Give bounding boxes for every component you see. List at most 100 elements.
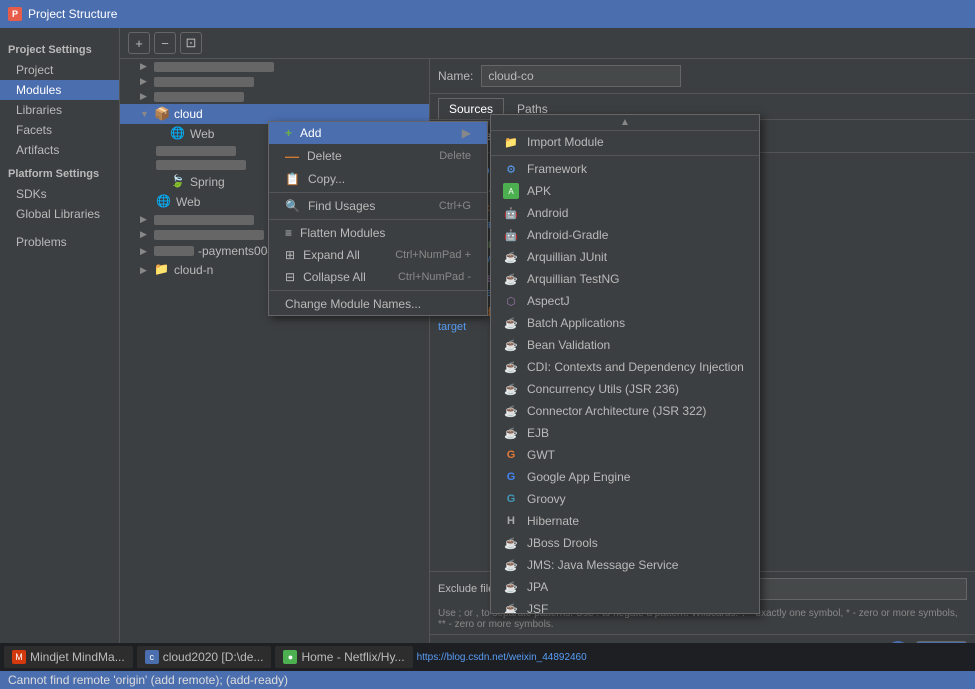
sidebar-item-facets[interactable]: Facets	[0, 120, 119, 140]
chrome-icon: ●	[283, 650, 297, 664]
submenu-item-ejb[interactable]: ☕ EJB	[491, 422, 759, 444]
menu-separator2	[269, 219, 487, 220]
title-bar-text: Project Structure	[28, 7, 117, 21]
submenu-item-cdi[interactable]: ☕ CDI: Contexts and Dependency Injection	[491, 356, 759, 378]
menu-item-flatten[interactable]: ≡ Flatten Modules	[269, 222, 487, 244]
menu-item-copy[interactable]: 📋 Copy...	[269, 168, 487, 190]
apk-label: APK	[527, 184, 551, 198]
sidebar-item-project[interactable]: Project	[0, 60, 119, 80]
mindjet-icon: M	[12, 650, 26, 664]
gae-icon: G	[503, 469, 519, 485]
blurred-module-name	[154, 230, 264, 240]
blurred-module-name	[154, 215, 254, 225]
submenu-item-hibernate[interactable]: H Hibernate	[491, 510, 759, 532]
context-menu: + Add ▶ — Delete Delete 📋 Copy...	[268, 121, 488, 316]
cdi-label: CDI: Contexts and Dependency Injection	[527, 360, 744, 374]
project-structure-dialog: Project Settings Project Modules Librari…	[0, 28, 975, 671]
submenu-item-jsf[interactable]: ☕ JSF	[491, 598, 759, 614]
framework-submenu: ▲ 📁 Import Module ⚙ Framework A APK	[490, 114, 760, 614]
taskbar-item-mindjet[interactable]: M Mindjet MindMa...	[4, 646, 133, 668]
menu-item-add[interactable]: + Add ▶	[269, 122, 487, 144]
submenu-separator	[491, 155, 759, 156]
menu-item-expand-all[interactable]: ⊞ Expand All Ctrl+NumPad +	[269, 244, 487, 266]
taskbar-item-cloud[interactable]: c cloud2020 [D:\de...	[137, 646, 272, 668]
taskbar-item-chrome[interactable]: ● Home - Netflix/Hy...	[275, 646, 412, 668]
flatten-icon: ≡	[285, 226, 292, 240]
name-input[interactable]	[481, 65, 681, 87]
connector-icon: ☕	[503, 403, 519, 419]
submenu-item-gwt[interactable]: G GWT	[491, 444, 759, 466]
jpa-icon: ☕	[503, 579, 519, 595]
apk-icon: A	[503, 183, 519, 199]
sidebar-item-global-libraries[interactable]: Global Libraries	[0, 204, 119, 224]
tree-item[interactable]: ▶	[120, 74, 429, 89]
mindjet-label: Mindjet MindMa...	[30, 650, 125, 664]
concurrency-icon: ☕	[503, 381, 519, 397]
submenu-item-concurrency[interactable]: ☕ Concurrency Utils (JSR 236)	[491, 378, 759, 400]
jsf-label: JSF	[527, 602, 548, 614]
gae-label: Google App Engine	[527, 470, 630, 484]
platform-settings-section: Platform Settings	[0, 164, 119, 184]
menu-change-label: Change Module Names...	[285, 297, 421, 311]
submenu-item-jms[interactable]: ☕ JMS: Java Message Service	[491, 554, 759, 576]
submenu-item-jboss-drools[interactable]: ☕ JBoss Drools	[491, 532, 759, 554]
copy-module-button[interactable]: ⊡	[180, 32, 202, 54]
submenu-item-android[interactable]: 🤖 Android	[491, 202, 759, 224]
collapse-icon: ⊟	[285, 270, 295, 284]
menu-item-change-names[interactable]: Change Module Names...	[269, 293, 487, 315]
submenu-item-groovy[interactable]: G Groovy	[491, 488, 759, 510]
menu-item-collapse-all[interactable]: ⊟ Collapse All Ctrl+NumPad -	[269, 266, 487, 288]
submenu-item-bean-validation[interactable]: ☕ Bean Validation	[491, 334, 759, 356]
folder-icon: 📁	[154, 262, 170, 278]
import-icon: 📁	[503, 134, 519, 150]
project-settings-section: Project Settings	[0, 40, 119, 60]
spring-icon: 🍃	[170, 174, 186, 190]
blurred-module-name	[154, 62, 274, 72]
submenu-item-arquillian-junit[interactable]: ☕ Arquillian JUnit	[491, 246, 759, 268]
arquillian-testng-icon: ☕	[503, 271, 519, 287]
menu-delete-label: Delete	[307, 149, 342, 163]
submenu-item-arquillian-testng[interactable]: ☕ Arquillian TestNG	[491, 268, 759, 290]
title-bar: P Project Structure	[0, 0, 975, 28]
remove-module-button[interactable]: −	[154, 32, 176, 54]
tree-arrow-icon: ▶	[140, 91, 154, 102]
menu-separator3	[269, 290, 487, 291]
concurrency-label: Concurrency Utils (JSR 236)	[527, 382, 679, 396]
framework-icon: ⚙	[503, 161, 519, 177]
tree-arrow-icon: ▶	[140, 246, 154, 257]
bean-validation-label: Bean Validation	[527, 338, 610, 352]
add-module-button[interactable]: +	[128, 32, 150, 54]
tree-item[interactable]: ▶	[120, 89, 429, 104]
submenu-item-apk[interactable]: A APK	[491, 180, 759, 202]
tree-item[interactable]: ▶	[120, 59, 429, 74]
aspectj-icon: ⬡	[503, 293, 519, 309]
submenu-item-aspectj[interactable]: ⬡ AspectJ	[491, 290, 759, 312]
sidebar-item-problems[interactable]: Problems	[0, 232, 119, 252]
framework-label: Framework	[527, 162, 587, 176]
android-gradle-label: Android-Gradle	[527, 228, 608, 242]
collapse-shortcut: Ctrl+NumPad -	[398, 271, 471, 283]
submenu-item-framework[interactable]: ⚙ Framework	[491, 158, 759, 180]
tree-arrow-icon: ▼	[140, 109, 154, 119]
menu-item-delete[interactable]: — Delete Delete	[269, 144, 487, 168]
submenu-item-android-gradle[interactable]: 🤖 Android-Gradle	[491, 224, 759, 246]
submenu-item-jpa[interactable]: ☕ JPA	[491, 576, 759, 598]
web-icon: 🌐	[170, 126, 186, 142]
sidebar-item-sdks[interactable]: SDKs	[0, 184, 119, 204]
delete-icon: —	[285, 148, 299, 164]
submenu-item-google-app-engine[interactable]: G Google App Engine	[491, 466, 759, 488]
menu-separator	[269, 192, 487, 193]
sidebar-item-artifacts[interactable]: Artifacts	[0, 140, 119, 160]
submenu-item-batch[interactable]: ☕ Batch Applications	[491, 312, 759, 334]
web-label2: Web	[176, 195, 200, 209]
app-icon: P	[8, 7, 22, 21]
blurred-module-name	[154, 77, 254, 87]
expand-shortcut: Ctrl+NumPad +	[395, 249, 471, 261]
expand-icon: ⊞	[285, 248, 295, 262]
submenu-item-connector[interactable]: ☕ Connector Architecture (JSR 322)	[491, 400, 759, 422]
sidebar-item-modules[interactable]: Modules	[0, 80, 119, 100]
sidebar-item-libraries[interactable]: Libraries	[0, 100, 119, 120]
status-text: Cannot find remote 'origin' (add remote)…	[8, 673, 288, 687]
submenu-item-import[interactable]: 📁 Import Module	[491, 131, 759, 153]
menu-item-find-usages[interactable]: 🔍 Find Usages Ctrl+G	[269, 195, 487, 217]
